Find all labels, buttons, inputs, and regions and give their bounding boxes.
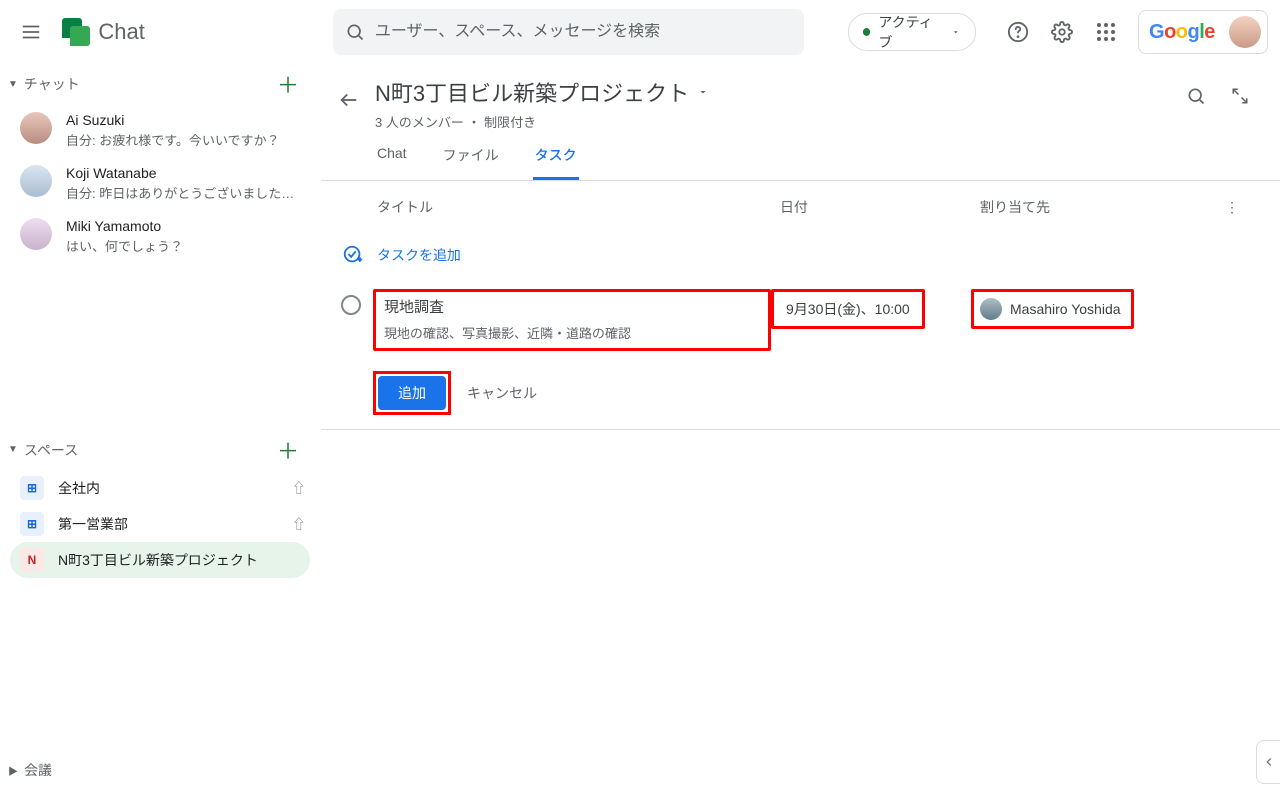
space-item-selected[interactable]: N N町3丁目ビル新築プロジェクト bbox=[10, 542, 310, 578]
back-button[interactable] bbox=[329, 80, 369, 120]
col-date: 日付 bbox=[780, 197, 980, 217]
sidebar: ▼チャット ＋ Ai Suzuki自分: お疲れ様です。今いいですか？ Koji… bbox=[0, 64, 320, 800]
space-icon: ⊞ bbox=[20, 476, 44, 500]
space-title: N町3丁目ビル新築プロジェクト bbox=[375, 76, 689, 108]
search-icon bbox=[345, 22, 365, 42]
chat-logo-icon bbox=[62, 18, 90, 46]
search-bar[interactable] bbox=[333, 9, 804, 55]
help-icon[interactable] bbox=[998, 12, 1038, 52]
side-panel-toggle[interactable] bbox=[1256, 740, 1280, 784]
google-logo: Google bbox=[1149, 21, 1215, 44]
spaces-section-header[interactable]: ▼スペース ＋ bbox=[0, 430, 320, 470]
space-icon: N bbox=[20, 548, 44, 572]
apps-icon[interactable] bbox=[1086, 12, 1126, 52]
avatar bbox=[20, 218, 52, 250]
chevron-down-icon bbox=[951, 27, 961, 37]
search-input[interactable] bbox=[375, 23, 792, 41]
add-task-icon bbox=[341, 243, 365, 267]
menu-icon[interactable] bbox=[12, 12, 50, 52]
task-date-field[interactable]: 9月30日(金)、10:00 bbox=[771, 289, 925, 329]
status-label: アクティブ bbox=[878, 12, 943, 52]
add-task-row[interactable]: タスクを追加 bbox=[321, 233, 1280, 277]
app-header: Chat アクティブ Google bbox=[0, 0, 1280, 64]
chats-section-header[interactable]: ▼チャット ＋ bbox=[0, 64, 320, 104]
status-pill[interactable]: アクティブ bbox=[848, 13, 976, 51]
add-button-highlight: 追加 bbox=[373, 371, 451, 415]
add-task-label[interactable]: タスクを追加 bbox=[377, 245, 461, 265]
chevron-down-icon[interactable] bbox=[697, 86, 709, 98]
app-logo[interactable]: Chat bbox=[62, 18, 144, 46]
space-item[interactable]: ⊞ 全社内 ⇧ bbox=[0, 470, 320, 506]
search-in-space-icon[interactable] bbox=[1176, 76, 1216, 116]
chat-item[interactable]: Miki Yamamotoはい、何でしょう？ bbox=[0, 210, 320, 263]
collapse-icon[interactable] bbox=[1220, 76, 1260, 116]
task-complete-radio[interactable] bbox=[341, 295, 361, 315]
avatar bbox=[980, 298, 1002, 320]
task-row: 現地調査 現地の確認、写真撮影、近隣・道路の確認 9月30日(金)、10:00 … bbox=[321, 277, 1280, 363]
col-assignee: 割り当て先 bbox=[980, 197, 1220, 217]
cancel-button[interactable]: キャンセル bbox=[467, 383, 537, 403]
tab-chat[interactable]: Chat bbox=[375, 145, 409, 180]
main-content: N町3丁目ビル新築プロジェクト 3 人のメンバー ・ 制限付き bbox=[320, 64, 1280, 800]
chat-item[interactable]: Ai Suzuki自分: お疲れ様です。今いいですか？ bbox=[0, 104, 320, 157]
space-icon: ⊞ bbox=[20, 512, 44, 536]
avatar bbox=[20, 165, 52, 197]
task-columns: タイトル 日付 割り当て先 ⋮ bbox=[321, 181, 1280, 233]
new-chat-button[interactable]: ＋ bbox=[276, 72, 300, 96]
new-space-button[interactable]: ＋ bbox=[276, 438, 300, 462]
avatar bbox=[1229, 16, 1261, 48]
pin-icon: ⇧ bbox=[292, 478, 306, 498]
chat-item[interactable]: Koji Watanabe自分: 昨日はありがとうございました… bbox=[0, 157, 320, 210]
account-switcher[interactable]: Google bbox=[1138, 10, 1268, 54]
task-title-field[interactable]: 現地調査 現地の確認、写真撮影、近隣・道路の確認 bbox=[373, 289, 771, 351]
status-dot-icon bbox=[863, 28, 871, 36]
tab-tasks[interactable]: タスク bbox=[533, 145, 579, 180]
meet-section-header[interactable]: ▶会議 bbox=[8, 752, 312, 788]
more-icon[interactable]: ⋮ bbox=[1220, 199, 1244, 216]
app-name: Chat bbox=[98, 19, 144, 45]
task-assignee-field[interactable]: Masahiro Yoshida bbox=[971, 289, 1134, 329]
tab-files[interactable]: ファイル bbox=[441, 145, 501, 180]
space-item[interactable]: ⊞ 第一営業部 ⇧ bbox=[0, 506, 320, 542]
space-subtitle: 3 人のメンバー ・ 制限付き bbox=[375, 112, 1176, 131]
chevron-right-icon: ▶ bbox=[8, 763, 18, 778]
chevron-down-icon: ▼ bbox=[8, 444, 18, 455]
pin-icon: ⇧ bbox=[292, 514, 306, 534]
chevron-down-icon: ▼ bbox=[8, 79, 18, 90]
settings-icon[interactable] bbox=[1042, 12, 1082, 52]
col-title: タイトル bbox=[377, 197, 780, 217]
add-button[interactable]: 追加 bbox=[378, 376, 446, 410]
avatar bbox=[20, 112, 52, 144]
